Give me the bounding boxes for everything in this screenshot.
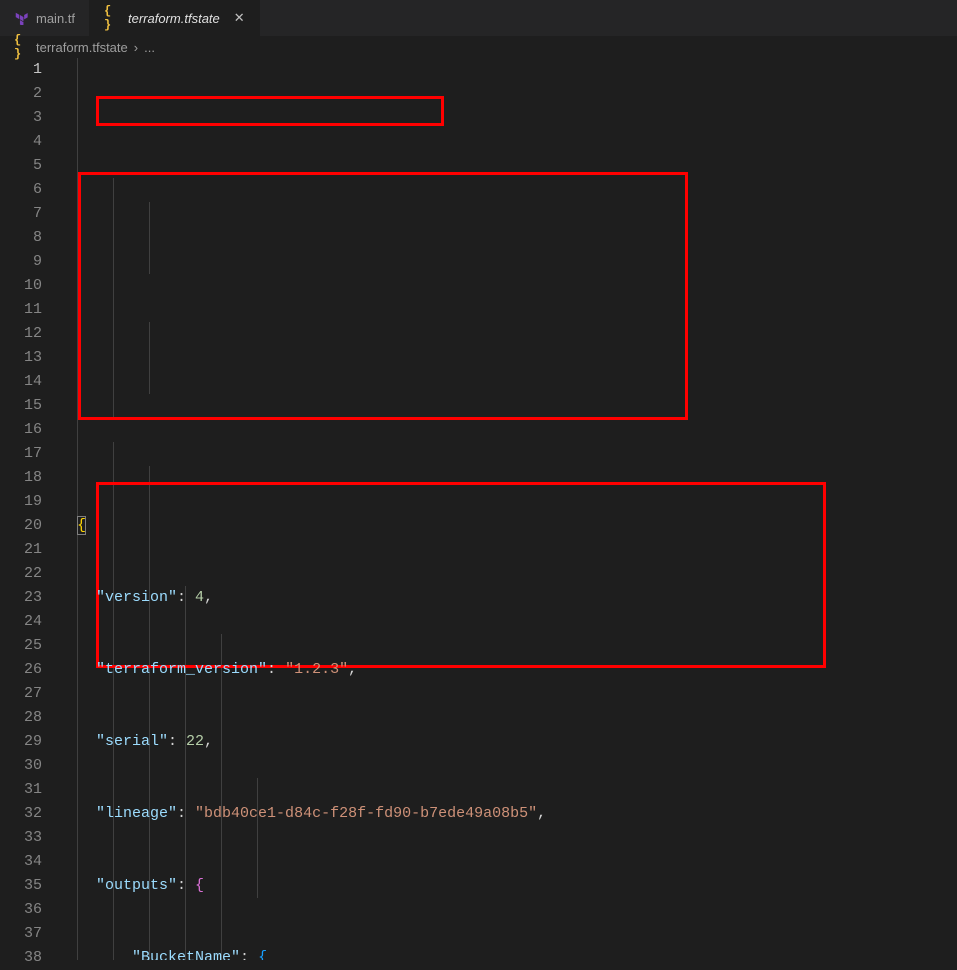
terraform-icon [14,11,28,25]
code-line: "terraform_version": "1.2.3", [60,658,957,682]
code-line: "lineage": "bdb40ce1-d84c-f28f-fd90-b7ed… [60,802,957,826]
json-icon: { } [104,10,120,26]
tab-bar: main.tf { } terraform.tfstate ✕ [0,0,957,36]
breadcrumb-more: ... [144,40,155,55]
breadcrumb[interactable]: { } terraform.tfstate › ... [0,36,957,58]
code-line: "outputs": { [60,874,957,898]
code-line: "BucketName": { [60,946,957,960]
tab-main-tf[interactable]: main.tf [0,0,90,36]
chevron-right-icon: › [134,40,138,55]
code-line: "version": 4, [60,586,957,610]
highlight-box [96,482,826,668]
tab-terraform-tfstate[interactable]: { } terraform.tfstate ✕ [90,0,260,36]
code-line: "serial": 22, [60,730,957,754]
code-line: { [60,514,957,538]
highlight-box [96,96,444,126]
code-area[interactable]: { "version": 4, "terraform_version": "1.… [60,58,957,960]
tab-label: terraform.tfstate [128,11,220,26]
highlight-box [78,172,688,420]
breadcrumb-file: terraform.tfstate [36,40,128,55]
close-icon[interactable]: ✕ [234,10,245,26]
json-icon: { } [14,39,30,55]
editor[interactable]: 1 23 45 67 89 1011 1213 1415 1617 1819 2… [0,58,957,960]
line-gutter: 1 23 45 67 89 1011 1213 1415 1617 1819 2… [0,58,60,960]
tab-label: main.tf [36,11,75,26]
